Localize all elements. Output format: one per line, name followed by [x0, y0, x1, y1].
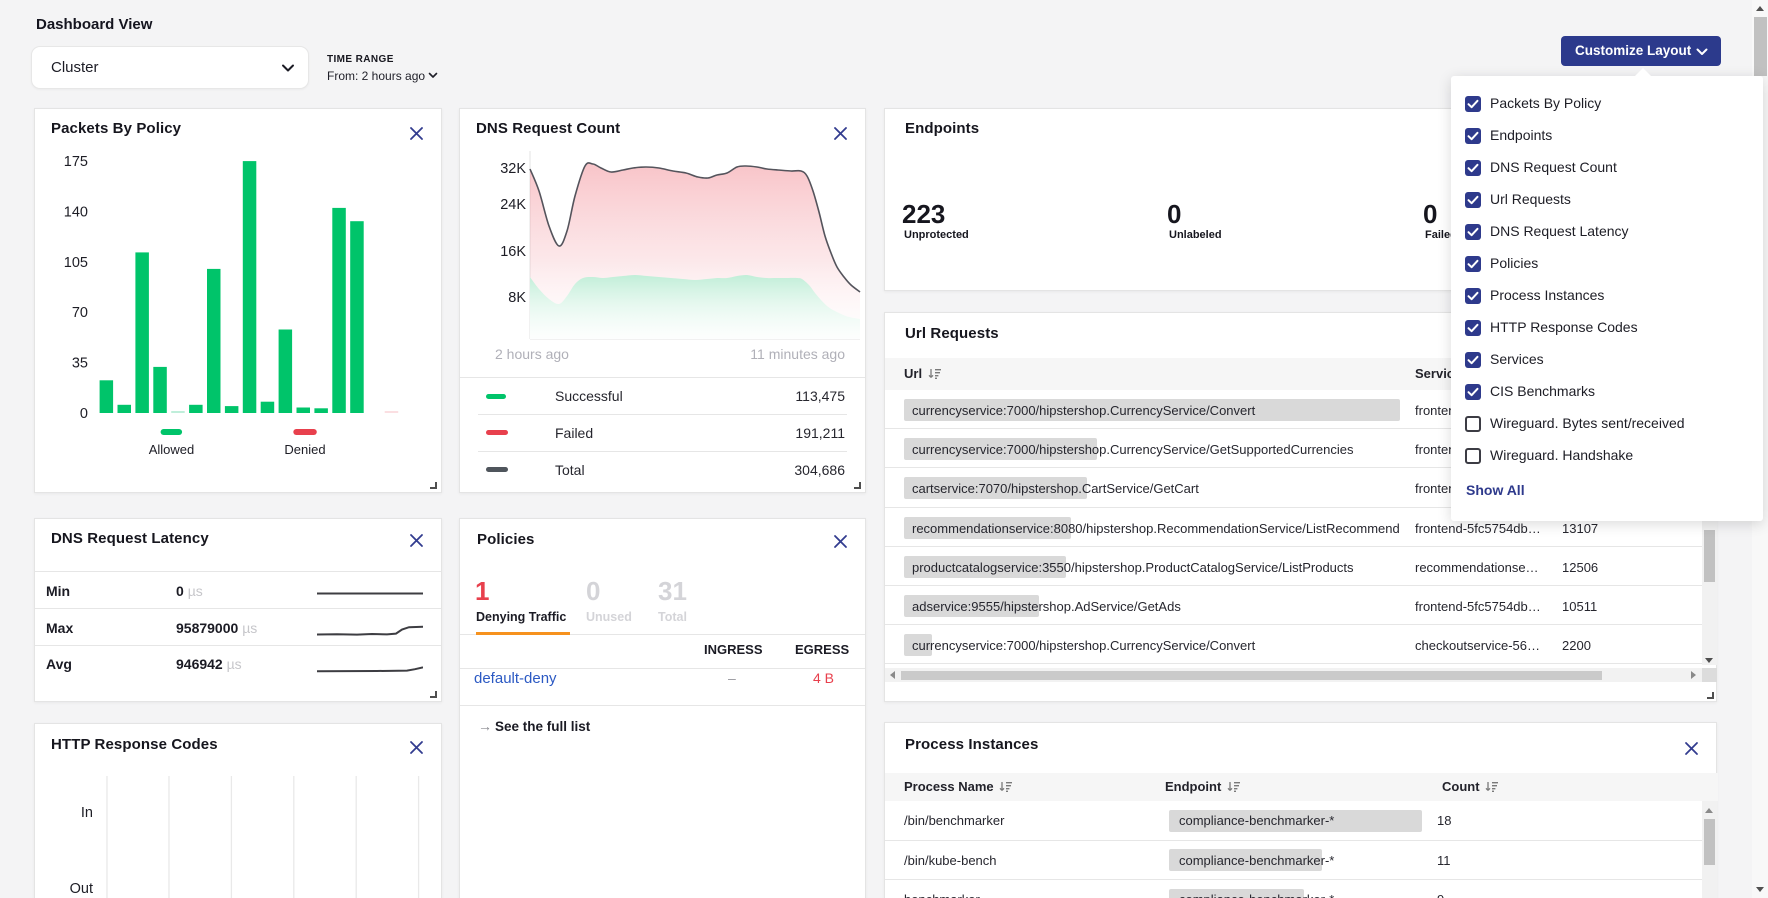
- svg-text:Allowed: Allowed: [149, 442, 195, 457]
- svg-text:8K: 8K: [508, 290, 526, 306]
- svg-text:70: 70: [72, 305, 88, 321]
- svg-text:16K: 16K: [500, 244, 526, 260]
- svg-text:140: 140: [64, 204, 88, 220]
- svg-text:2 hours ago: 2 hours ago: [495, 346, 569, 362]
- svg-text:0: 0: [80, 406, 88, 422]
- svg-text:35: 35: [72, 356, 88, 372]
- svg-text:In: In: [81, 805, 93, 821]
- svg-text:Out: Out: [70, 881, 93, 897]
- svg-text:105: 105: [64, 255, 88, 271]
- svg-text:32K: 32K: [500, 161, 526, 177]
- svg-text:Denied: Denied: [284, 442, 325, 457]
- svg-text:24K: 24K: [500, 197, 526, 213]
- svg-text:175: 175: [64, 154, 88, 170]
- svg-text:11 minutes ago: 11 minutes ago: [750, 346, 845, 362]
